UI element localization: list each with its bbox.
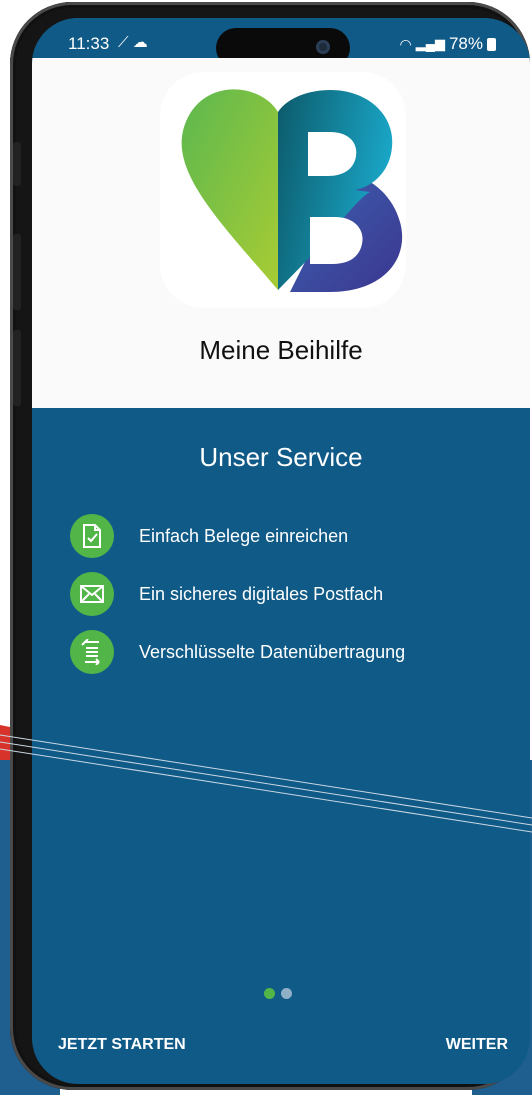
volume-up-button [13, 234, 21, 310]
feature-label: Einfach Belege einreichen [139, 525, 349, 546]
status-right: ◠ ▂▄▆ 78% [400, 34, 496, 54]
feature-item: Verschlüsselte Datenübertragung [70, 624, 405, 680]
feature-item: Einfach Belege einreichen [70, 508, 405, 564]
next-button[interactable]: WEITER [442, 1032, 512, 1058]
magic-wand-icon: ⟋ [118, 34, 129, 51]
logo-graphic [181, 89, 403, 292]
header-panel: Meine Beihilfe [32, 58, 530, 408]
feature-label: Verschlüsselte Datenübertragung [139, 641, 406, 662]
transfer-icon [70, 630, 114, 674]
service-title: Unser Service [199, 442, 363, 472]
battery-icon [487, 37, 496, 51]
app-logo [160, 72, 406, 308]
document-check-icon [70, 514, 114, 558]
status-time: 11:33 [68, 34, 110, 53]
feature-label: Ein sicheres digitales Postfach [139, 583, 384, 604]
status-bar: 11:33 ⟋ ☁ ◠ ▂▄▆ 78% [32, 18, 530, 68]
cloud-icon: ☁ [132, 34, 148, 51]
feature-list: Einfach Belege einreichen Ein sicheres d… [70, 508, 405, 682]
page-indicator [264, 988, 292, 999]
start-button[interactable]: JETZT STARTEN [54, 1032, 190, 1058]
status-left-icons: ⟋ ☁ [118, 33, 148, 51]
signal-icon: ▂▄▆ [415, 36, 445, 51]
phone-frame: 11:33 ⟋ ☁ ◠ ▂▄▆ 78% Meine Beihilfe Unser… [10, 2, 530, 1090]
page-dot[interactable] [281, 988, 292, 999]
battery-percent: 78% [448, 34, 483, 53]
wifi-icon: ◠ [399, 35, 412, 52]
app-name: Meine Beihilfe [199, 335, 363, 365]
feature-item: Ein sicheres digitales Postfach [70, 566, 405, 622]
volume-down-button [13, 330, 21, 406]
envelope-icon [70, 572, 114, 616]
camera-icon [316, 40, 330, 54]
side-button [13, 142, 21, 186]
page-dot-active[interactable] [264, 988, 275, 999]
screen: 11:33 ⟋ ☁ ◠ ▂▄▆ 78% Meine Beihilfe Unser… [32, 18, 530, 1084]
